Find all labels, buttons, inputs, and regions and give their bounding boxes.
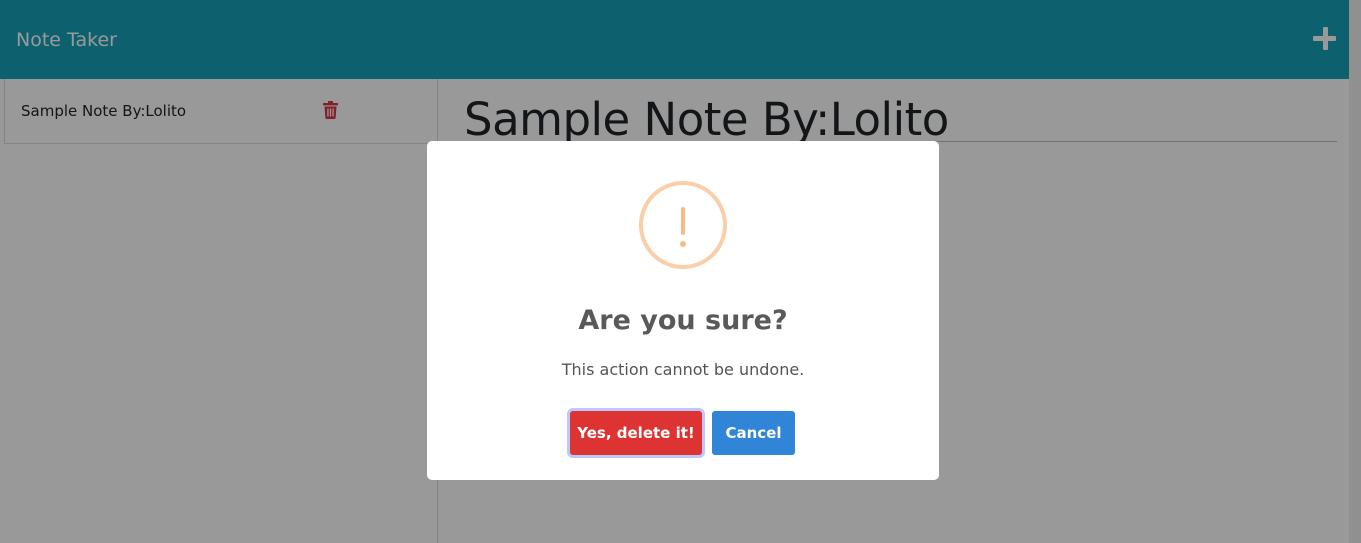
confirm-dialog: Are you sure? This action cannot be undo… bbox=[427, 141, 939, 480]
cancel-button[interactable]: Cancel bbox=[712, 411, 795, 455]
confirm-delete-button[interactable]: Yes, delete it! bbox=[570, 411, 702, 455]
dialog-title: Are you sure? bbox=[578, 305, 788, 336]
dialog-message: This action cannot be undone. bbox=[561, 360, 805, 379]
warning-icon bbox=[639, 181, 727, 269]
